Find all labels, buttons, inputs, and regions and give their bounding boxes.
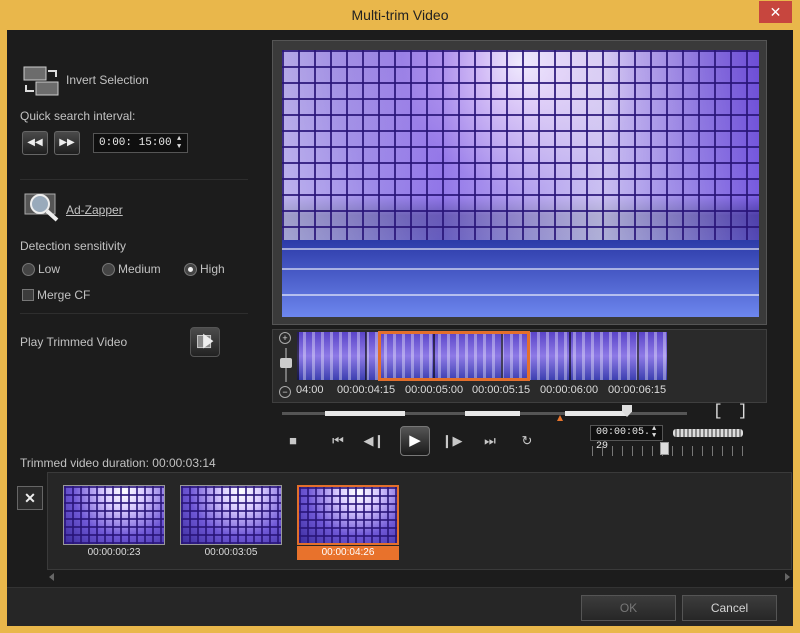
invert-selection-label[interactable]: Invert Selection [66,73,149,87]
window-title: Multi-trim Video [351,7,449,23]
tick-label: 00:00:05:15 [472,384,531,396]
speed-scale [592,446,748,456]
scrubber-bar[interactable] [282,405,687,421]
trimmed-segment [325,411,405,416]
zoom-in-icon[interactable]: + [279,332,291,344]
title-bar: Multi-trim Video ✕ [0,0,800,30]
home-button[interactable]: ⏮ [327,433,349,449]
clip-thumbnail [180,485,282,545]
tick-label: 00:00:04:15 [337,384,396,396]
clip-thumbnail [297,485,399,545]
radio-medium-label: Medium [118,262,161,276]
detection-sensitivity-label: Detection sensitivity [20,239,127,253]
cancel-button[interactable]: Cancel [682,595,777,621]
radio-high-label: High [200,262,225,276]
zoom-out-icon[interactable]: − [279,386,291,398]
trimmed-segment [465,411,520,416]
mark-out-button[interactable]: ] [738,402,748,420]
clip-time: 00:00:03:05 [204,547,258,558]
clip-time: 00:00:00:23 [87,547,141,558]
quick-search-label: Quick search interval: [20,109,136,123]
delete-clip-button[interactable]: ✕ [17,486,43,510]
tick-label: 00:00:05:00 [405,384,464,396]
quick-search-interval-input[interactable]: 0:00: 15:00 ▲ ▼ [93,133,188,153]
end-button[interactable]: ⏭ [479,433,501,449]
play-button[interactable]: ▶ [400,426,430,456]
magnifier-icon[interactable] [22,188,62,224]
clip-item-selected[interactable]: 00:00:04:26 [297,485,399,560]
tick-label: 00:00:06:00 [540,384,599,396]
zoom-control: + − [275,330,297,402]
play-trimmed-label: Play Trimmed Video [20,335,128,349]
clip-time: 00:00:04:26 [297,546,399,560]
fast-forward-button[interactable]: ▶▶ [54,131,80,155]
selection-range[interactable] [378,331,530,381]
preview-floor [282,240,759,317]
floor-line [282,248,759,250]
zoom-slider[interactable] [280,358,292,368]
divider [20,179,248,180]
video-preview [282,50,759,317]
merge-cf-checkbox[interactable] [22,289,34,301]
floor-line [282,294,759,296]
divider [20,313,248,314]
stop-button[interactable]: ■ [282,433,304,448]
clip-item[interactable]: 00:00:00:23 [63,485,165,560]
spin-arrows-icon[interactable]: ▲ ▼ [652,426,660,440]
preview-tiles [282,50,759,240]
clip-item[interactable]: 00:00:03:05 [180,485,282,560]
tick-label: 00:00:06:15 [608,384,667,396]
speed-slider[interactable] [660,442,669,455]
play-trimmed-button[interactable] [190,327,220,357]
invert-selection-icon[interactable] [22,63,62,99]
radio-medium[interactable] [102,263,115,276]
timecode-input[interactable]: 00:00:05. 29 ▲▼ [590,425,663,452]
mark-in-button[interactable]: [ [713,402,723,420]
previous-frame-button[interactable]: ◀❙ [363,433,385,449]
jog-wheel[interactable] [673,429,743,437]
merge-cf-label: Merge CF [37,288,91,302]
radio-low[interactable] [22,263,35,276]
quick-search-value: 0:00: 15:00 [99,137,172,149]
radio-high[interactable] [184,263,197,276]
trimmed-segment [565,411,627,416]
clip-thumbnail [63,485,165,545]
trimmed-duration: Trimmed video duration: 00:00:03:14 [20,456,216,470]
floor-line [282,268,759,270]
mark-in-marker [557,415,563,421]
ok-button[interactable]: OK [581,595,676,621]
multi-trim-window: Multi-trim Video ✕ Invert Selection Quic… [0,0,800,633]
ad-zapper-label[interactable]: Ad-Zapper [66,203,123,217]
close-button[interactable]: ✕ [759,1,792,23]
tick-label: 04:00 [296,384,324,396]
rewind-button[interactable]: ◀◀ [22,131,48,155]
spin-arrows-icon[interactable]: ▲ ▼ [177,135,185,151]
bin-scrollbar[interactable] [47,572,792,582]
repeat-button[interactable]: ↻ [516,433,538,449]
timeline-strip[interactable]: + − 04:00 00:00:04:15 00:00:05:00 00:00:… [272,329,767,403]
dialog-body: Invert Selection Quick search interval: … [7,30,793,626]
preview-frame [272,40,767,325]
radio-low-label: Low [38,262,61,276]
next-frame-button[interactable]: ❙▶ [441,433,463,449]
